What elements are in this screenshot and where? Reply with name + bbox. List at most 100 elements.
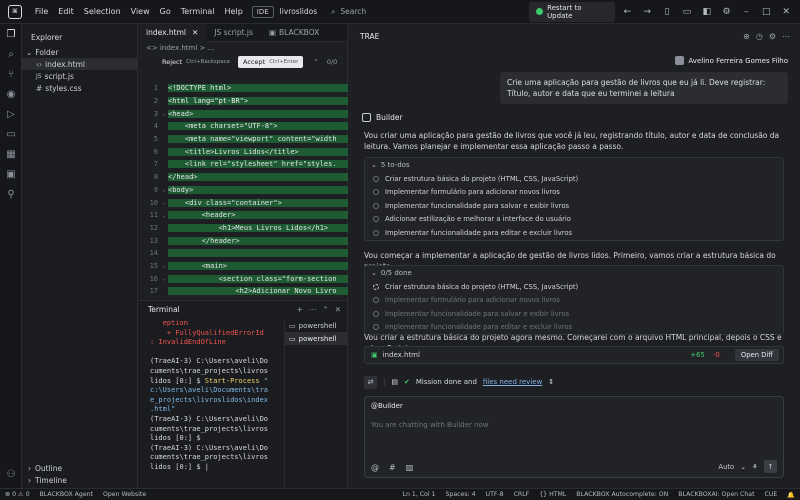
search-input[interactable]: ⌕ Search: [331, 4, 529, 19]
todo-item[interactable]: Implementar funcionalidade para editar e…: [365, 226, 783, 240]
send-button[interactable]: ↑: [764, 460, 777, 473]
code-line[interactable]: 15 ⌄ <main>: [138, 260, 348, 273]
chevron-updown-icon[interactable]: ⇕: [548, 378, 554, 386]
code-line[interactable]: 4 <meta charset="UTF-8">: [138, 120, 348, 133]
mention-at-icon[interactable]: @: [371, 463, 379, 472]
history-icon[interactable]: ◷: [756, 32, 763, 41]
code-line[interactable]: 6 <title>Livros Lidos</title>: [138, 145, 348, 158]
more-icon[interactable]: ⋯: [309, 305, 317, 314]
minimize-icon[interactable]: –: [738, 4, 754, 20]
todo-progress-header[interactable]: ⌄ 0/5 done: [365, 266, 783, 280]
open-diff-button[interactable]: Open Diff: [734, 349, 779, 361]
code-line[interactable]: 1 <!DOCTYPE html>: [138, 82, 348, 95]
file-styles-css[interactable]: # styles.css: [22, 82, 137, 94]
explorer-files-icon[interactable]: ❐: [0, 24, 22, 44]
account-icon[interactable]: ⚇: [0, 464, 22, 484]
code-line[interactable]: 11 ⌄ <header>: [138, 209, 348, 222]
todo-item[interactable]: Implementar formulário para adicionar no…: [365, 186, 783, 200]
terminal-session-item[interactable]: ▭ powershell: [285, 332, 348, 345]
line-ending-status[interactable]: CRLF: [509, 491, 535, 498]
code-line[interactable]: 3 ⌄ <head>: [138, 107, 348, 120]
layout-sidebar-icon[interactable]: ▯: [659, 4, 675, 20]
tab-index-html[interactable]: index.html ✕: [138, 23, 207, 42]
preview-eye-icon[interactable]: ◉: [0, 84, 22, 104]
file-index-html[interactable]: ‹› index.html: [22, 58, 137, 70]
plugin-icon[interactable]: ⚲: [0, 184, 22, 204]
agent-mention-tag[interactable]: @Builder: [371, 402, 403, 410]
open-website-status[interactable]: Open Website: [98, 491, 151, 498]
indentation-status[interactable]: Spaces: 4: [440, 491, 480, 498]
back-arrow-icon[interactable]: ←: [619, 4, 635, 20]
todo-item[interactable]: Adicionar estilização e melhorar a inter…: [365, 213, 783, 227]
todo-item[interactable]: Implementar funcionalidade para salvar e…: [365, 199, 783, 213]
ide-badge[interactable]: IDE: [251, 5, 274, 18]
chat-input[interactable]: @Builder You are chatting with Builder n…: [364, 396, 784, 478]
encoding-status[interactable]: UTF-8: [481, 491, 509, 498]
blackbox-open-chat[interactable]: BLACKBOXAI: Open Chat: [673, 491, 759, 498]
todo-progress-item[interactable]: Implementar funcionalidade para salvar e…: [365, 307, 783, 321]
layout-panel-icon[interactable]: ▭: [679, 4, 695, 20]
cursor-position[interactable]: Ln 1, Col 1: [398, 491, 441, 498]
menu-edit[interactable]: Edit: [53, 7, 79, 16]
chevron-up-icon[interactable]: ⌃: [313, 58, 318, 66]
terminal-title[interactable]: Terminal: [148, 305, 180, 314]
code-line[interactable]: 16 ⌄ <section class="form-section: [138, 272, 348, 285]
breadcrumb[interactable]: <> index.html > ...: [138, 42, 347, 54]
add-terminal-icon[interactable]: +: [297, 305, 303, 314]
reject-button[interactable]: Reject Ctrl+Backspace: [158, 56, 234, 68]
workspace-name[interactable]: livroslidos: [280, 7, 317, 16]
code-line[interactable]: 14: [138, 247, 348, 260]
code-line[interactable]: 2 <html lang="pt-BR">: [138, 95, 348, 108]
todo-progress-item[interactable]: Implementar formulário para adicionar no…: [365, 294, 783, 308]
run-debug-icon[interactable]: ▷: [0, 104, 22, 124]
expand-icon[interactable]: ⇄: [364, 375, 377, 389]
timeline-section[interactable]: › Timeline: [22, 474, 138, 486]
image-attach-icon[interactable]: ▨: [406, 463, 414, 472]
menu-help[interactable]: Help: [220, 7, 248, 16]
chevron-down-icon[interactable]: ⌄: [740, 463, 746, 471]
changed-file-card[interactable]: ▣ index.html +65 -0 Open Diff: [364, 346, 784, 364]
terminal-output[interactable]: eption + FullyQualifiedErrorId: InvalidE…: [150, 319, 284, 473]
maximize-panel-icon[interactable]: ⌃: [322, 305, 328, 314]
code-line[interactable]: 8 </head>: [138, 171, 348, 184]
chat-settings-icon[interactable]: ⚙: [769, 32, 776, 41]
problems-counter[interactable]: ⊗ 0 ⚠ 0: [0, 491, 35, 498]
search-icon[interactable]: ⌕: [0, 44, 22, 64]
hashtag-icon[interactable]: #: [389, 463, 396, 472]
tab-blackbox[interactable]: ▣ BLACKBOX: [261, 24, 327, 42]
code-line[interactable]: 13 </header>: [138, 234, 348, 247]
code-line[interactable]: 9 ⌄ <body>: [138, 184, 348, 197]
tab-script-js[interactable]: JS script.js: [206, 24, 261, 42]
cue-status[interactable]: CUE: [760, 491, 783, 498]
code-line[interactable]: 7 <link rel="stylesheet" href="styles.: [138, 158, 348, 171]
terminal-session-item[interactable]: ▭ powershell: [285, 319, 348, 332]
files-review-link[interactable]: files need review: [483, 378, 542, 386]
restart-to-update-button[interactable]: Restart to Update: [529, 1, 616, 22]
maximize-icon[interactable]: □: [758, 4, 774, 20]
model-selector[interactable]: Auto: [718, 463, 734, 471]
code-line[interactable]: 5 <meta name="viewport" content="width: [138, 133, 348, 146]
close-icon[interactable]: ✕: [778, 4, 794, 20]
menu-selection[interactable]: Selection: [79, 7, 126, 16]
menu-go[interactable]: Go: [155, 7, 176, 16]
forward-arrow-icon[interactable]: →: [639, 4, 655, 20]
todo-item[interactable]: Criar estrutura básica do projeto (HTML,…: [365, 172, 783, 186]
blackbox-agent-status[interactable]: BLACKBOX Agent: [35, 491, 98, 498]
close-panel-icon[interactable]: ✕: [335, 305, 341, 314]
notifications-bell-icon[interactable]: 🔔: [782, 491, 800, 499]
close-icon[interactable]: ✕: [192, 28, 198, 37]
source-control-icon[interactable]: ⑂: [0, 64, 22, 84]
accept-button[interactable]: Accept Ctrl+Enter: [238, 56, 304, 68]
remote-monitor-icon[interactable]: ▭: [0, 124, 22, 144]
todo-progress-item[interactable]: Criar estrutura básica do projeto (HTML,…: [365, 280, 783, 294]
layout-chat-icon[interactable]: ◧: [699, 4, 715, 20]
microphone-icon[interactable]: ⚘: [752, 463, 758, 471]
blackbox-autocomplete-status[interactable]: BLACKBOX Autocomplete: ON: [571, 491, 673, 498]
file-script-js[interactable]: JS script.js: [22, 70, 137, 82]
menu-view[interactable]: View: [126, 7, 155, 16]
code-line[interactable]: 17 <h2>Adicionar Novo Livro: [138, 285, 348, 298]
outline-section[interactable]: › Outline: [22, 462, 138, 474]
code-area[interactable]: 1 <!DOCTYPE html> 2 <html lang="pt-BR"> 3 ⌄ <h…: [138, 82, 348, 310]
code-line[interactable]: 10 ⌄ <div class="container">: [138, 196, 348, 209]
menu-terminal[interactable]: Terminal: [176, 7, 220, 16]
